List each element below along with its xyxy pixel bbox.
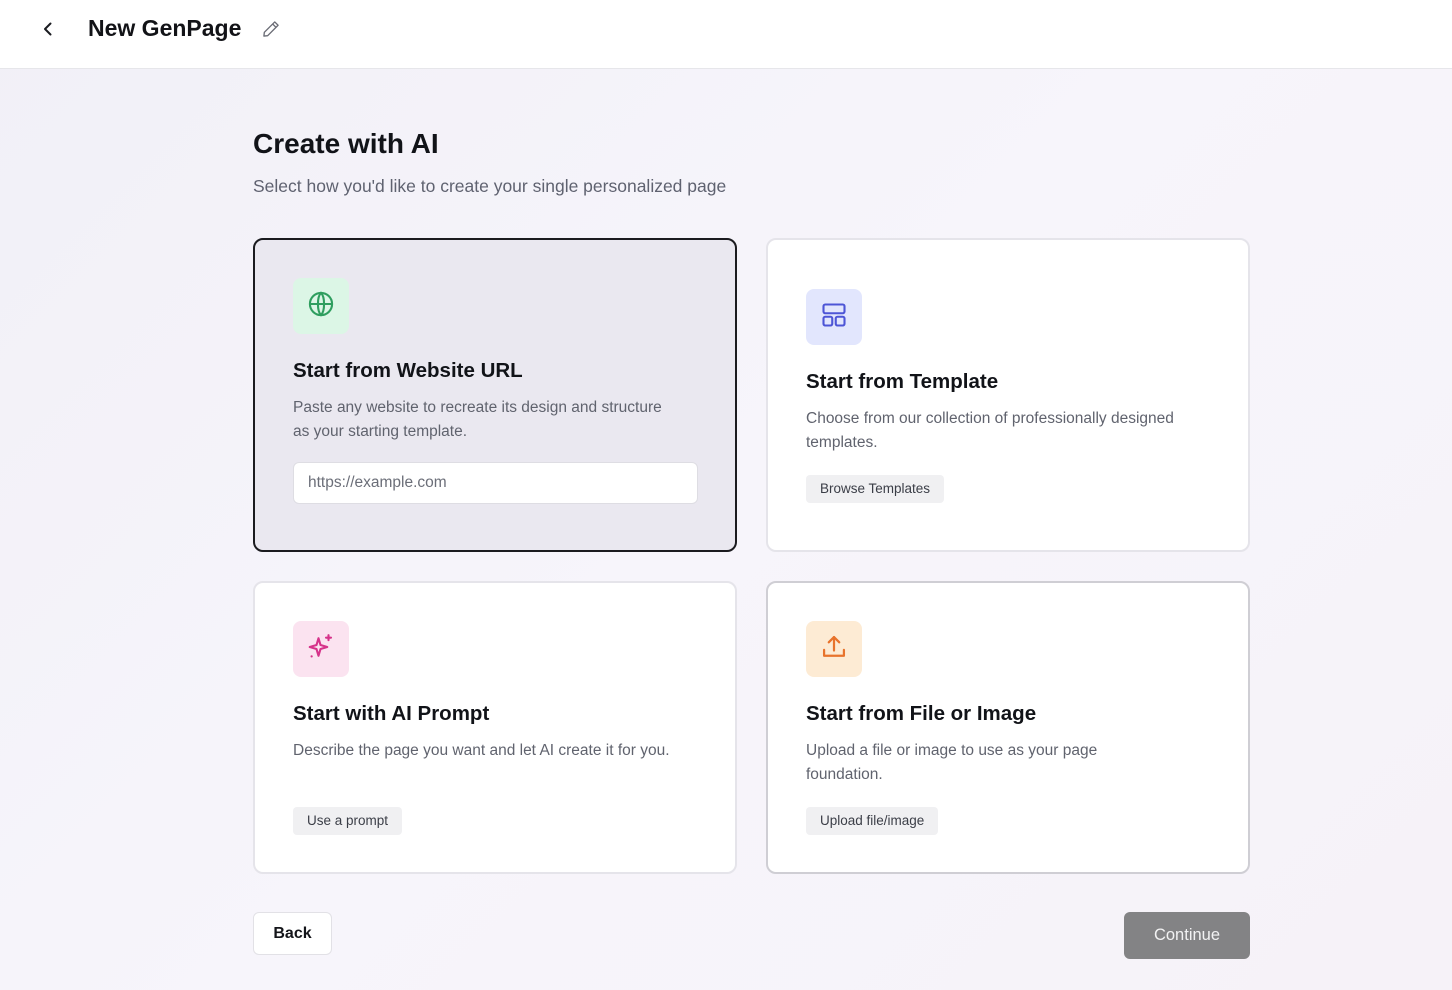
- sparkles-icon: [306, 632, 336, 667]
- card-description: Upload a file or image to use as your pa…: [806, 742, 1098, 783]
- card-title: Start from Template: [806, 370, 999, 393]
- main-heading: Create with AI: [253, 128, 439, 159]
- pencil-icon[interactable]: [258, 16, 284, 42]
- icon-tile: [806, 289, 862, 345]
- card-description: Describe the page you want and let AI cr…: [293, 742, 670, 759]
- card-description: Choose from our collection of profession…: [806, 410, 1174, 451]
- top-bar: New GenPage: [0, 0, 1452, 69]
- card-file-image[interactable]: Start from File or Image Upload a file o…: [766, 581, 1250, 874]
- chevron-left-icon[interactable]: [34, 15, 62, 43]
- main-subheading: Select how you'd like to create your sin…: [253, 176, 727, 196]
- continue-button[interactable]: Continue: [1124, 912, 1250, 959]
- card-title: Start from File or Image: [806, 702, 1037, 725]
- icon-tile: [806, 621, 862, 677]
- use-prompt-button[interactable]: Use a prompt: [293, 807, 403, 835]
- card-website-url[interactable]: Start from Website URL Paste any website…: [253, 238, 737, 552]
- card-ai-prompt[interactable]: Start with AI Prompt Describe the page y…: [253, 581, 737, 874]
- website-url-input[interactable]: [293, 462, 698, 504]
- upload-file-button[interactable]: Upload file/image: [806, 807, 939, 835]
- icon-tile: [293, 278, 349, 334]
- globe-icon: [307, 290, 335, 323]
- back-button[interactable]: Back: [253, 912, 332, 955]
- layout-template-icon: [820, 301, 848, 334]
- upload-icon: [820, 633, 848, 666]
- icon-tile: [293, 621, 349, 677]
- card-title: Start with AI Prompt: [293, 702, 490, 725]
- card-description: Paste any website to recreate its design…: [293, 399, 662, 440]
- card-template[interactable]: Start from Template Choose from our coll…: [766, 238, 1250, 552]
- browse-templates-button[interactable]: Browse Templates: [806, 475, 945, 503]
- page-title: New GenPage: [88, 15, 242, 41]
- card-title: Start from Website URL: [293, 359, 523, 382]
